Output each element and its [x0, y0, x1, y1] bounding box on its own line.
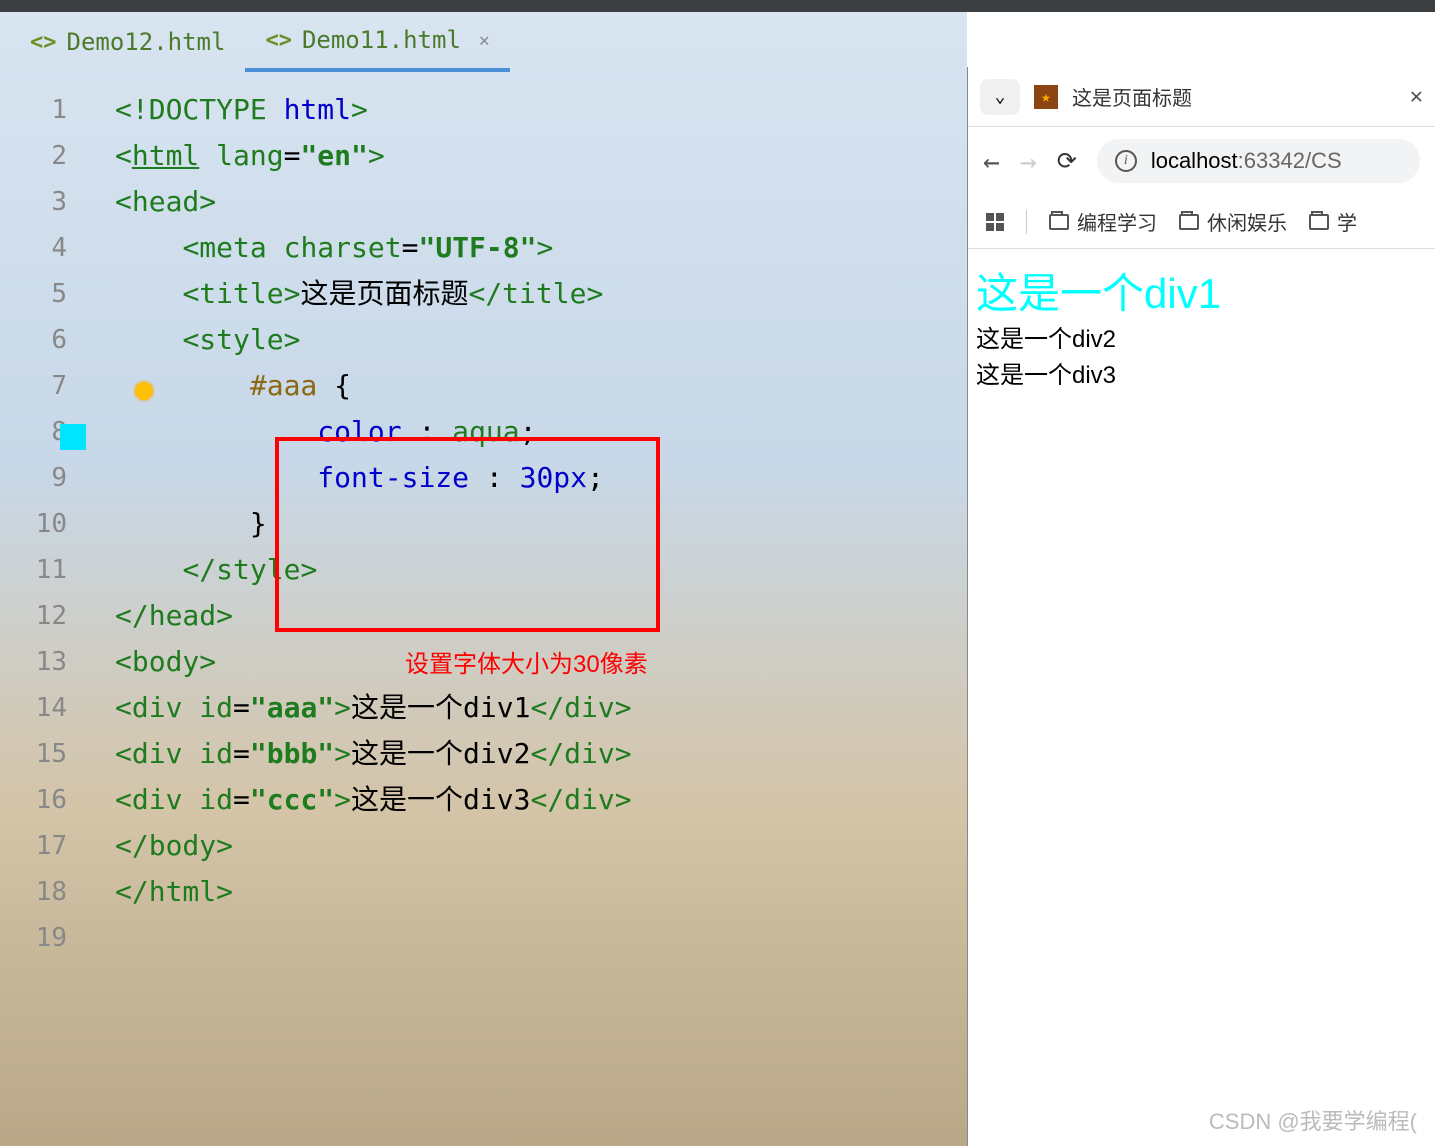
- chevron-down-icon: ⌄: [995, 86, 1006, 107]
- divider: [1026, 210, 1027, 234]
- tabs-row: <> Demo12.html <> Demo11.html ✕: [0, 12, 967, 72]
- code-line: <html lang="en">: [95, 133, 967, 179]
- code-content[interactable]: <!DOCTYPE html> <html lang="en"> <head> …: [95, 72, 967, 1146]
- code-line: color : aqua;: [95, 409, 967, 455]
- line-number: 16: [0, 777, 95, 823]
- gutter: 1 2 3 4 5 6 7 8 9 10 11 12 13 14 15 16 1…: [0, 72, 95, 1146]
- line-number: 2: [0, 133, 95, 179]
- reload-button[interactable]: ⟳: [1057, 147, 1077, 175]
- line-number: 12: [0, 593, 95, 639]
- collapse-button[interactable]: ⌄: [980, 79, 1020, 115]
- bookmark-folder[interactable]: 学: [1309, 207, 1357, 236]
- main-container: <> Demo12.html <> Demo11.html ✕ 1 2 3 4 …: [0, 12, 1435, 1146]
- line-number: 1: [0, 87, 95, 133]
- code-line: <div id="bbb">这是一个div2</div>: [95, 731, 967, 777]
- div3-output: 这是一个div3: [976, 358, 1427, 394]
- code-line: <head>: [95, 179, 967, 225]
- info-icon[interactable]: i: [1115, 150, 1137, 172]
- folder-icon: [1049, 214, 1069, 230]
- line-number: 7: [0, 363, 95, 409]
- line-number: 10: [0, 501, 95, 547]
- bulb-icon[interactable]: [135, 382, 153, 400]
- code-line: </head>: [95, 593, 967, 639]
- code-line: </style>: [95, 547, 967, 593]
- line-number: 11: [0, 547, 95, 593]
- forward-button[interactable]: →: [1020, 145, 1037, 178]
- tab-demo12[interactable]: <> Demo12.html: [10, 12, 245, 72]
- close-tab-button[interactable]: ✕: [1410, 84, 1423, 109]
- close-icon[interactable]: ✕: [479, 30, 490, 51]
- line-number: 13: [0, 639, 95, 685]
- line-number: 5: [0, 271, 95, 317]
- line-number: 18: [0, 869, 95, 915]
- folder-icon: [1179, 214, 1199, 230]
- browser-tab-bar: ⌄ ★ 这是页面标题 ✕: [968, 67, 1435, 127]
- url-text: localhost:63342/CS: [1151, 148, 1342, 174]
- tab-demo11[interactable]: <> Demo11.html ✕: [245, 12, 509, 72]
- back-button[interactable]: ←: [983, 145, 1000, 178]
- code-line: <!DOCTYPE html>: [95, 87, 967, 133]
- html-file-icon: <>: [30, 30, 57, 55]
- browser-panel: ⌄ ★ 这是页面标题 ✕ ← → ⟳ i localhost:63342/CS …: [967, 67, 1435, 1146]
- code-line: </html>: [95, 869, 967, 915]
- div2-output: 这是一个div2: [976, 322, 1427, 358]
- rendered-page: 这是一个div1 这是一个div2 这是一个div3: [968, 249, 1435, 412]
- code-line: <div id="ccc">这是一个div3</div>: [95, 777, 967, 823]
- line-number: 17: [0, 823, 95, 869]
- line-number: 14: [0, 685, 95, 731]
- bookmark-folder[interactable]: 编程学习: [1049, 207, 1157, 236]
- code-line: <div id="aaa">这是一个div1</div>: [95, 685, 967, 731]
- annotation-text: 设置字体大小为30像素: [405, 644, 648, 679]
- line-number: 15: [0, 731, 95, 777]
- code-line: </body>: [95, 823, 967, 869]
- address-bar[interactable]: i localhost:63342/CS: [1097, 139, 1420, 183]
- code-line: <style>: [95, 317, 967, 363]
- html-file-icon: <>: [265, 28, 292, 53]
- code-line: }: [95, 501, 967, 547]
- page-title: 这是页面标题: [1072, 82, 1396, 111]
- watermark: CSDN @我要学编程(: [1209, 1104, 1417, 1136]
- nav-toolbar: ← → ⟳ i localhost:63342/CS: [968, 127, 1435, 195]
- code-line: <meta charset="UTF-8">: [95, 225, 967, 271]
- line-number: 4: [0, 225, 95, 271]
- line-number: 9: [0, 455, 95, 501]
- line-number: 6: [0, 317, 95, 363]
- code-line: #aaa {: [95, 363, 967, 409]
- div1-output: 这是一个div1: [976, 267, 1427, 322]
- code-line: <title>这是页面标题</title>: [95, 271, 967, 317]
- tab-label: Demo11.html: [302, 26, 461, 54]
- code-line: font-size : 30px;: [95, 455, 967, 501]
- tab-label: Demo12.html: [67, 28, 226, 56]
- apps-icon[interactable]: [986, 213, 1004, 231]
- line-number: 19: [0, 915, 95, 961]
- code-area: 1 2 3 4 5 6 7 8 9 10 11 12 13 14 15 16 1…: [0, 72, 967, 1146]
- bookmark-folder[interactable]: 休闲娱乐: [1179, 207, 1287, 236]
- folder-icon: [1309, 214, 1329, 230]
- title-bar: [0, 0, 1435, 12]
- favicon-icon: ★: [1034, 85, 1058, 109]
- gutter-marker: [60, 424, 86, 450]
- line-number: 3: [0, 179, 95, 225]
- editor-panel: <> Demo12.html <> Demo11.html ✕ 1 2 3 4 …: [0, 12, 967, 1146]
- bookmarks-bar: 编程学习 休闲娱乐 学: [968, 195, 1435, 249]
